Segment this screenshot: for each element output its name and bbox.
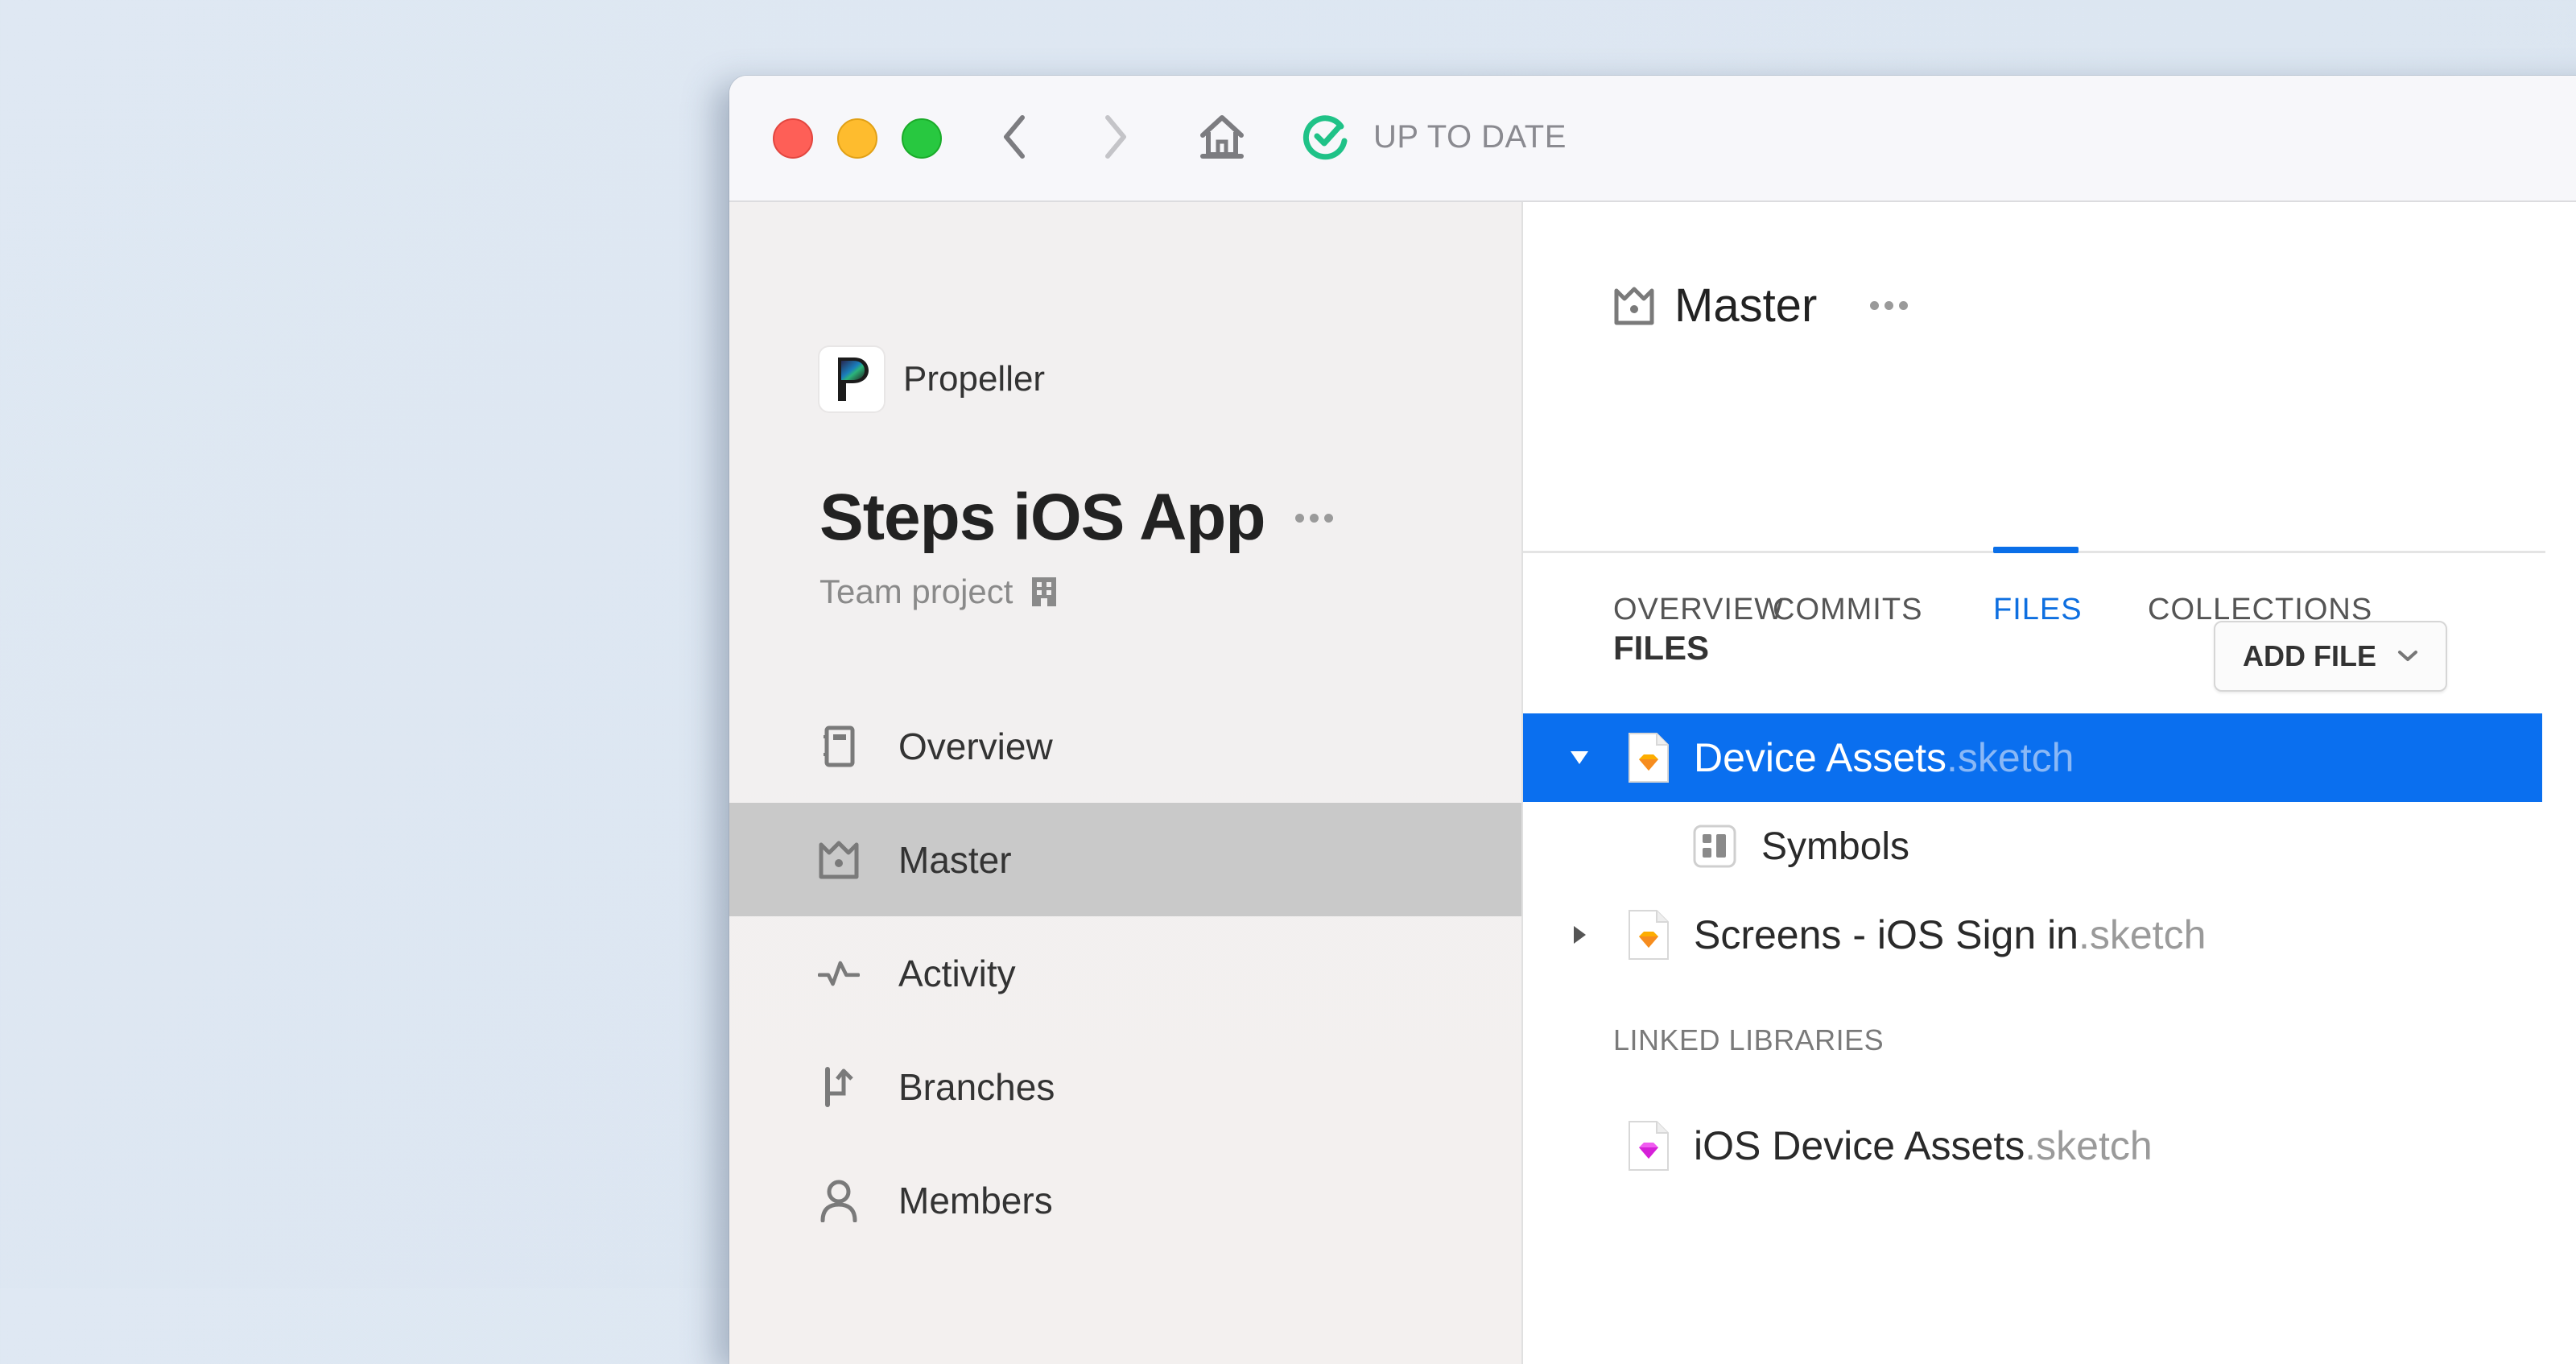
chevron-down-icon: [2398, 651, 2417, 661]
sidebar-item-label: Activity: [898, 952, 1016, 994]
dot: [1870, 301, 1880, 310]
add-file-button[interactable]: ADD FILE: [2214, 621, 2447, 692]
sidebar-item-label: Members: [898, 1179, 1053, 1221]
file-name: iOS Device Assets.sketch: [1694, 1122, 2153, 1169]
sidebar: Propeller Steps iOS App Team project Ove…: [729, 202, 1523, 1364]
project-type-label: Team project: [819, 572, 1013, 610]
close-window-button[interactable]: [773, 118, 813, 159]
org-name: Propeller: [903, 359, 1046, 399]
dot: [1310, 513, 1319, 523]
add-file-label: ADD FILE: [2243, 639, 2376, 672]
file-basename: iOS Device Assets: [1694, 1123, 2025, 1168]
check-circle-icon: [1302, 115, 1348, 160]
minimize-window-button[interactable]: [837, 118, 877, 159]
sidebar-item-master[interactable]: Master: [729, 803, 1521, 916]
project-type: Team project: [819, 572, 1058, 611]
file-name: Device Assets.sketch: [1694, 734, 2074, 781]
dot: [1324, 513, 1334, 523]
branch-title: Master: [1674, 279, 1818, 332]
file-extension: .sketch: [2078, 912, 2207, 957]
branch-more-button[interactable]: [1870, 301, 1909, 310]
library-row[interactable]: iOS Device Assets.sketch: [1523, 1102, 2542, 1190]
org-switcher[interactable]: Propeller: [819, 347, 1045, 411]
files-section-title: FILES: [1613, 629, 1710, 667]
sidebar-item-label: Overview: [898, 725, 1053, 767]
dot: [1295, 513, 1305, 523]
project-header: Steps iOS App: [819, 480, 1334, 556]
file-extension: .sketch: [2025, 1123, 2153, 1168]
page-row-symbols[interactable]: Symbols: [1692, 802, 1909, 891]
propeller-logo-icon: [838, 358, 869, 401]
app-window: UP TO DATE Propeller Steps iOS App Team …: [729, 76, 2576, 1364]
project-more-button[interactable]: [1295, 513, 1334, 523]
dot: [1885, 301, 1894, 310]
file-extension: .sketch: [1946, 735, 2074, 780]
disclosure-collapsed-icon[interactable]: [1563, 924, 1596, 945]
forward-button[interactable]: [1096, 113, 1137, 161]
sketch-file-icon: [1629, 910, 1669, 960]
file-row[interactable]: Screens - iOS Sign in.sketch: [1523, 891, 2542, 979]
sidebar-item-members[interactable]: Members: [729, 1143, 1521, 1257]
main-panel: Master OVERVIEW COMMITS FILES COLLECTION…: [1523, 202, 2576, 1364]
sidebar-item-activity[interactable]: Activity: [729, 916, 1521, 1030]
chevron-right-icon: [1105, 115, 1126, 159]
file-basename: Device Assets: [1694, 735, 1947, 780]
project-title: Steps iOS App: [819, 481, 1265, 554]
disclosure-expanded-icon[interactable]: [1563, 750, 1596, 766]
file-row[interactable]: Device Assets.sketch: [1523, 713, 2542, 802]
branch-header: Master: [1613, 279, 1909, 333]
home-button[interactable]: [1198, 113, 1246, 161]
person-icon: [818, 1180, 860, 1222]
tab-files[interactable]: FILES: [1993, 593, 2083, 627]
sidebar-item-branches[interactable]: Branches: [729, 1030, 1521, 1143]
symbols-page-icon: [1693, 825, 1736, 868]
pulse-icon: [818, 953, 860, 994]
branch-icon: [818, 1066, 860, 1108]
tab-overview[interactable]: OVERVIEW: [1613, 593, 1784, 627]
sidebar-nav: Overview Master Activity Branches Member…: [729, 689, 1521, 1257]
zoom-window-button[interactable]: [902, 118, 942, 159]
status-text: UP TO DATE: [1373, 118, 1567, 155]
sidebar-item-label: Branches: [898, 1065, 1055, 1108]
back-button[interactable]: [993, 113, 1034, 161]
tab-commits[interactable]: COMMITS: [1773, 593, 1922, 627]
sidebar-item-overview[interactable]: Overview: [729, 689, 1521, 803]
file-name: Screens - iOS Sign in.sketch: [1694, 911, 2206, 958]
sidebar-item-label: Master: [898, 838, 1012, 881]
notebook-icon: [818, 725, 860, 767]
library-file-icon: [1629, 1121, 1669, 1171]
tab-bar: OVERVIEW COMMITS FILES COLLECTIONS: [1523, 391, 2545, 626]
linked-libraries-label: LINKED LIBRARIES: [1613, 1023, 1885, 1056]
file-basename: Screens - iOS Sign in: [1694, 912, 2079, 957]
titlebar: UP TO DATE: [729, 76, 2576, 202]
org-logo: [819, 347, 884, 411]
sync-status: UP TO DATE: [1302, 113, 1567, 161]
sketch-file-icon: [1629, 733, 1669, 783]
page-name: Symbols: [1761, 825, 1910, 868]
chevron-left-icon: [1004, 115, 1025, 159]
building-icon: [1032, 577, 1057, 606]
home-icon: [1200, 115, 1244, 159]
dot: [1899, 301, 1909, 310]
crown-icon: [818, 839, 860, 881]
active-tab-indicator: [1993, 547, 2079, 553]
crown-icon: [1614, 287, 1654, 324]
